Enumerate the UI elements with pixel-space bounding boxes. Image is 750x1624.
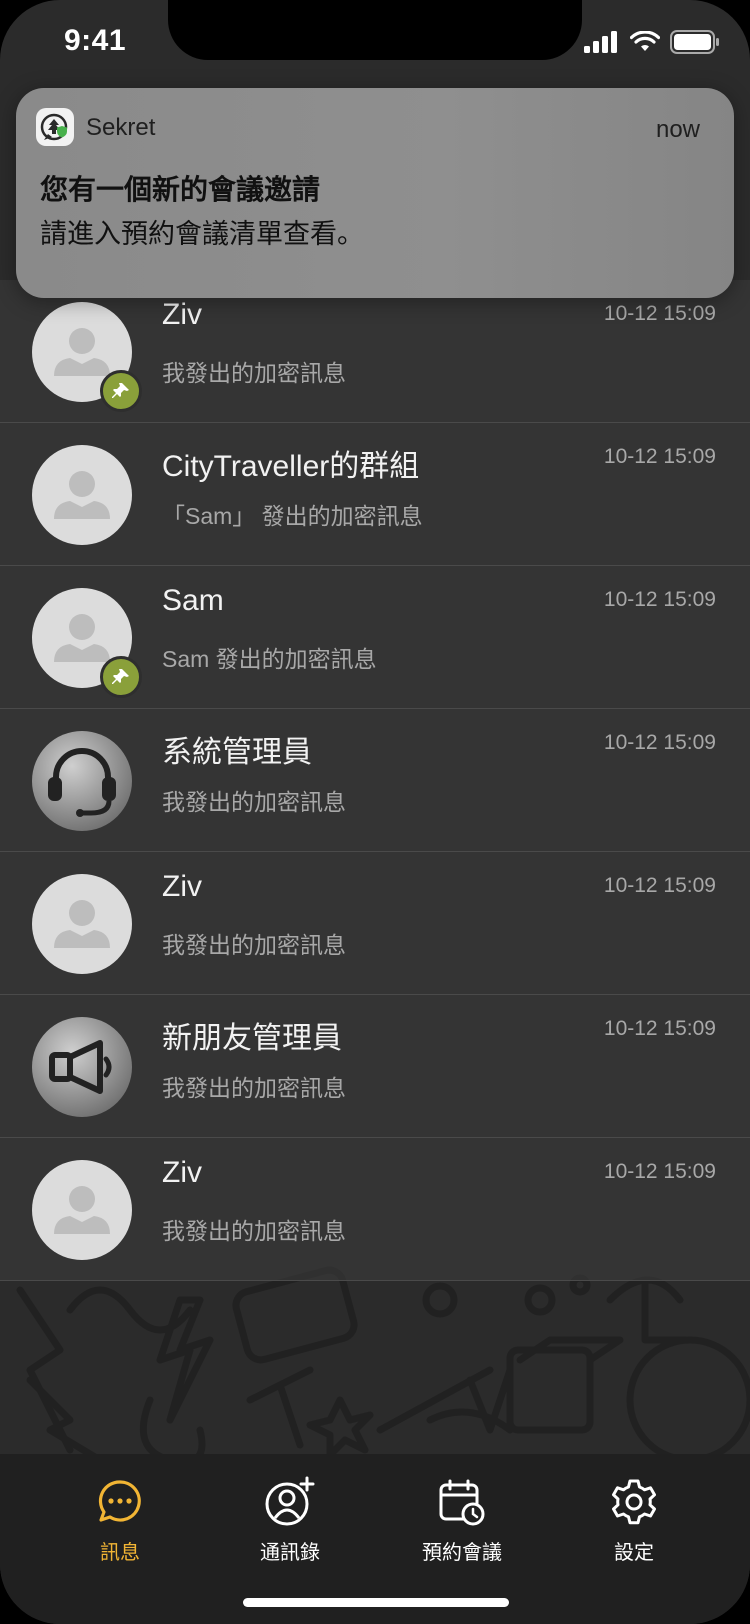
notification-time: now (655, 116, 700, 143)
chat-row[interactable]: Sam Sam 發出的加密訊息 10-12 15:09 (0, 566, 750, 709)
chat-row[interactable]: 系統管理員我發出的加密訊息 10-12 15:09 (0, 709, 750, 852)
notification-title: 您有一個新的會議邀請 (40, 174, 321, 205)
chat-name: Sam (162, 584, 224, 617)
default-avatar-person-icon (54, 900, 110, 948)
chat-timestamp: 10-12 15:09 (603, 731, 716, 754)
default-avatar-person-icon (54, 1186, 110, 1234)
device-notch (168, 0, 582, 60)
avatar (32, 1017, 132, 1117)
tab-contacts[interactable]: 通訊錄 (215, 1474, 365, 1574)
cellular-signal-icon (584, 31, 617, 53)
chat-row[interactable]: Ziv 我發出的加密訊息 10-12 15:09 (0, 280, 750, 423)
chat-preview: 我發出的加密訊息 (162, 789, 346, 815)
chat-list: Ziv 我發出的加密訊息 10-12 15:09 CityTraveller的群組 「S… (0, 280, 750, 1281)
tab-contacts-label: 通訊錄 (260, 1542, 320, 1564)
avatar (32, 731, 132, 831)
avatar (32, 874, 132, 974)
pinned-badge (100, 370, 142, 412)
chat-bubble-icon (98, 1480, 141, 1522)
avatar (32, 445, 132, 545)
tab-settings-label: 設定 (614, 1542, 654, 1564)
tab-messages[interactable]: 訊息 (45, 1474, 195, 1574)
notification-app-name: Sekret (86, 114, 156, 141)
megaphone-icon (49, 1040, 112, 1094)
chat-name: Ziv (162, 870, 202, 903)
chat-timestamp: 10-12 15:09 (603, 874, 716, 897)
chat-name: Ziv (162, 1156, 202, 1189)
default-avatar-person-icon (54, 471, 110, 519)
notification-body: 請進入預約會議清單查看。 (40, 219, 364, 249)
tab-scheduled-meetings-label: 預約會議 (422, 1542, 502, 1564)
chat-name: Ziv (162, 298, 202, 331)
avatar (32, 588, 142, 698)
chat-preview: 我發出的加密訊息 (162, 360, 346, 386)
chat-preview: 我發出的加密訊息 (162, 1075, 346, 1101)
headset-icon (48, 748, 116, 817)
chat-preview: Sam 發出的加密訊息 (162, 646, 377, 672)
add-contact-icon (265, 1476, 315, 1526)
chat-timestamp: 10-12 15:09 (603, 1017, 716, 1040)
chat-timestamp: 10-12 15:09 (603, 1160, 716, 1183)
pin-icon (112, 383, 129, 398)
chat-name: 系統管理員 (162, 736, 312, 769)
tab-scheduled-meetings[interactable]: 預約會議 (387, 1474, 537, 1574)
battery-icon (670, 30, 719, 54)
chat-row[interactable]: CityTraveller的群組「Sam」 發出的加密訊息 10-12 15:09 (0, 423, 750, 566)
chat-row[interactable]: Ziv 我發出的加密訊息 10-12 15:09 (0, 1138, 750, 1281)
chat-timestamp: 10-12 15:09 (603, 302, 716, 325)
calendar-clock-icon (439, 1479, 485, 1526)
avatar (32, 302, 142, 412)
pin-icon (112, 669, 129, 684)
chat-timestamp: 10-12 15:09 (603, 445, 716, 468)
chat-preview: 「Sam」 發出的加密訊息 (162, 503, 423, 529)
pinned-badge (100, 656, 142, 698)
sekret-app-icon (36, 108, 74, 146)
avatar (32, 1160, 132, 1260)
status-icons (584, 30, 720, 54)
chat-preview: 我發出的加密訊息 (162, 1218, 346, 1244)
chat-row[interactable]: Ziv 我發出的加密訊息 10-12 15:09 (0, 852, 750, 995)
status-time: 9:41 (64, 24, 127, 57)
chat-name: CityTraveller的群組 (162, 450, 420, 483)
tab-messages-label: 訊息 (100, 1542, 140, 1564)
chat-row[interactable]: 新朋友管理員我發出的加密訊息 10-12 15:09 (0, 995, 750, 1138)
status-bar: 9:41 (0, 0, 750, 90)
home-indicator[interactable] (243, 1598, 509, 1607)
wifi-icon (630, 31, 660, 51)
chat-preview: 我發出的加密訊息 (162, 932, 346, 958)
app-screen: 9:41 Ziv 我發出的加密訊息 10-12 15:09 CityTraveller… (0, 0, 750, 1624)
gear-icon (612, 1479, 656, 1525)
tab-settings[interactable]: 設定 (559, 1474, 709, 1574)
notification-banner[interactable]: Sekret now 您有一個新的會議邀請 請進入預約會議清單查看。 (16, 88, 734, 298)
chat-timestamp: 10-12 15:09 (603, 588, 716, 611)
chat-name: 新朋友管理員 (162, 1022, 342, 1055)
